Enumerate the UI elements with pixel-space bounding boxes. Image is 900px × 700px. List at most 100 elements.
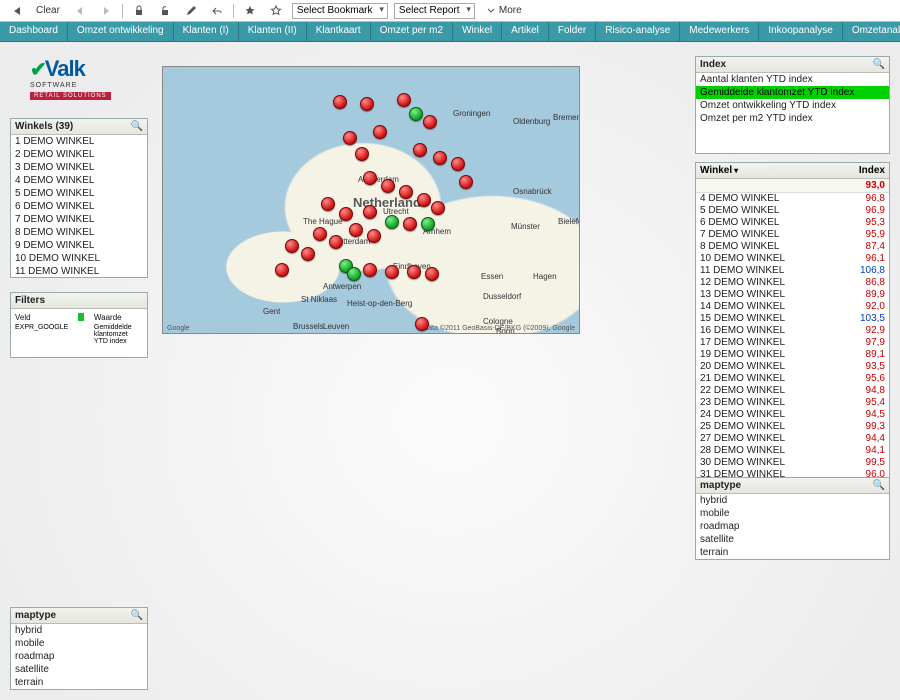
table-row[interactable]: 27 DEMO WINKEL94,4: [696, 433, 889, 445]
tab-winkel[interactable]: Winkel: [453, 22, 502, 41]
table-row[interactable]: 21 DEMO WINKEL95,6: [696, 373, 889, 385]
list-item[interactable]: 4 DEMO WINKEL: [11, 174, 147, 187]
map-pin[interactable]: [373, 125, 387, 139]
map-pin[interactable]: [343, 131, 357, 145]
clear-button[interactable]: Clear: [32, 3, 64, 18]
search-icon[interactable]: 🔍: [131, 610, 143, 621]
list-item[interactable]: 1 DEMO WINKEL: [11, 135, 147, 148]
table-row[interactable]: 22 DEMO WINKEL94,8: [696, 385, 889, 397]
table-row[interactable]: 24 DEMO WINKEL94,5: [696, 409, 889, 421]
maptype-header-right[interactable]: maptype 🔍: [696, 478, 889, 494]
sort-icon[interactable]: ▾: [734, 166, 738, 175]
index-list[interactable]: Aantal klanten YTD indexGemiddelde klant…: [696, 73, 889, 153]
map-pin[interactable]: [349, 223, 363, 237]
list-item[interactable]: 2 DEMO WINKEL: [11, 148, 147, 161]
map-pin[interactable]: [333, 95, 347, 109]
search-icon[interactable]: 🔍: [873, 59, 885, 70]
list-item[interactable]: hybrid: [11, 624, 147, 637]
forward-button[interactable]: [96, 3, 116, 19]
map-pin[interactable]: [360, 97, 374, 111]
table-row[interactable]: 28 DEMO WINKEL94,1: [696, 445, 889, 457]
table-row[interactable]: 6 DEMO WINKEL95,3: [696, 217, 889, 229]
list-item[interactable]: terrain: [696, 546, 889, 559]
map-pin[interactable]: [407, 265, 421, 279]
more-button[interactable]: More: [481, 3, 526, 19]
tab-inkoopanalyse[interactable]: Inkoopanalyse: [759, 22, 843, 41]
star-add-button[interactable]: [266, 3, 286, 19]
tab-klanten-i-[interactable]: Klanten (I): [174, 22, 239, 41]
map-pin[interactable]: [385, 215, 399, 229]
list-item[interactable]: 11 DEMO WINKEL: [11, 265, 147, 277]
table-row[interactable]: 16 DEMO WINKEL92,9: [696, 325, 889, 337]
map-pin[interactable]: [417, 193, 431, 207]
maptype-header-left[interactable]: maptype 🔍: [11, 608, 147, 624]
list-item[interactable]: hybrid: [696, 494, 889, 507]
list-item[interactable]: roadmap: [696, 520, 889, 533]
map[interactable]: Netherlands Google data ©2011 GeoBasis-D…: [162, 66, 580, 334]
report-select[interactable]: Select Report: [394, 3, 475, 19]
map-pin[interactable]: [433, 151, 447, 165]
map-pin[interactable]: [409, 107, 423, 121]
map-pin[interactable]: [321, 197, 335, 211]
table-row[interactable]: 15 DEMO WINKEL103,5: [696, 313, 889, 325]
table-col2[interactable]: Index: [859, 165, 885, 176]
list-item[interactable]: terrain: [11, 676, 147, 689]
map-pin[interactable]: [399, 185, 413, 199]
list-item[interactable]: 7 DEMO WINKEL: [11, 213, 147, 226]
map-pin[interactable]: [329, 235, 343, 249]
table-row[interactable]: 25 DEMO WINKEL99,3: [696, 421, 889, 433]
star-button[interactable]: [240, 3, 260, 19]
map-pin[interactable]: [339, 207, 353, 221]
map-pin[interactable]: [423, 115, 437, 129]
map-pin[interactable]: [381, 179, 395, 193]
table-row[interactable]: 4 DEMO WINKEL96,8: [696, 193, 889, 205]
tab-medewerkers[interactable]: Medewerkers: [680, 22, 759, 41]
map-pin[interactable]: [285, 239, 299, 253]
tab-artikel[interactable]: Artikel: [502, 22, 549, 41]
winkels-header[interactable]: Winkels (39) 🔍: [11, 119, 147, 135]
map-pin[interactable]: [367, 229, 381, 243]
map-pin[interactable]: [413, 143, 427, 157]
lock-button[interactable]: [129, 3, 149, 19]
map-pin[interactable]: [415, 317, 429, 331]
table-header[interactable]: Winkel▾ Index: [696, 163, 889, 179]
list-item[interactable]: 8 DEMO WINKEL: [11, 226, 147, 239]
report-select-wrap[interactable]: Select Report: [394, 3, 475, 19]
table-row[interactable]: 8 DEMO WINKEL87,4: [696, 241, 889, 253]
index-item[interactable]: Omzet per m2 YTD index: [696, 112, 889, 125]
table-row[interactable]: 31 DEMO WINKEL96,0: [696, 469, 889, 477]
search-icon[interactable]: 🔍: [131, 121, 143, 132]
list-item[interactable]: satellite: [11, 663, 147, 676]
table-row[interactable]: 11 DEMO WINKEL106,8: [696, 265, 889, 277]
table-row[interactable]: 23 DEMO WINKEL95,4: [696, 397, 889, 409]
map-pin[interactable]: [363, 171, 377, 185]
winkels-list[interactable]: 1 DEMO WINKEL2 DEMO WINKEL3 DEMO WINKEL4…: [11, 135, 147, 277]
undo-button[interactable]: [207, 3, 227, 19]
map-pin[interactable]: [459, 175, 473, 189]
table-row[interactable]: 10 DEMO WINKEL96,1: [696, 253, 889, 265]
first-button[interactable]: [6, 3, 26, 19]
table-row[interactable]: 5 DEMO WINKEL96,9: [696, 205, 889, 217]
list-item[interactable]: 5 DEMO WINKEL: [11, 187, 147, 200]
table-row[interactable]: 7 DEMO WINKEL95,9: [696, 229, 889, 241]
maptype-list-right[interactable]: hybridmobileroadmapsatelliteterrain: [696, 494, 889, 559]
map-pin[interactable]: [363, 263, 377, 277]
map-pin[interactable]: [403, 217, 417, 231]
table-col1[interactable]: Winkel: [700, 165, 732, 176]
table-row[interactable]: 17 DEMO WINKEL97,9: [696, 337, 889, 349]
table-row[interactable]: 13 DEMO WINKEL89,9: [696, 289, 889, 301]
map-pin[interactable]: [347, 267, 361, 281]
table-row[interactable]: 12 DEMO WINKEL86,8: [696, 277, 889, 289]
table-row[interactable]: 20 DEMO WINKEL93,5: [696, 361, 889, 373]
list-item[interactable]: 10 DEMO WINKEL: [11, 252, 147, 265]
table-row[interactable]: 19 DEMO WINKEL89,1: [696, 349, 889, 361]
edit-button[interactable]: [181, 3, 201, 19]
tab-klanten-ii-[interactable]: Klanten (II): [239, 22, 307, 41]
index-item[interactable]: Aantal klanten YTD index: [696, 73, 889, 86]
index-item[interactable]: Omzet ontwikkeling YTD index: [696, 99, 889, 112]
map-pin[interactable]: [451, 157, 465, 171]
list-item[interactable]: mobile: [11, 637, 147, 650]
index-header[interactable]: Index 🔍: [696, 57, 889, 73]
tab-risico-analyse[interactable]: Risico-analyse: [596, 22, 680, 41]
tab-omzetanalyse[interactable]: Omzetanalyse: [843, 22, 900, 41]
